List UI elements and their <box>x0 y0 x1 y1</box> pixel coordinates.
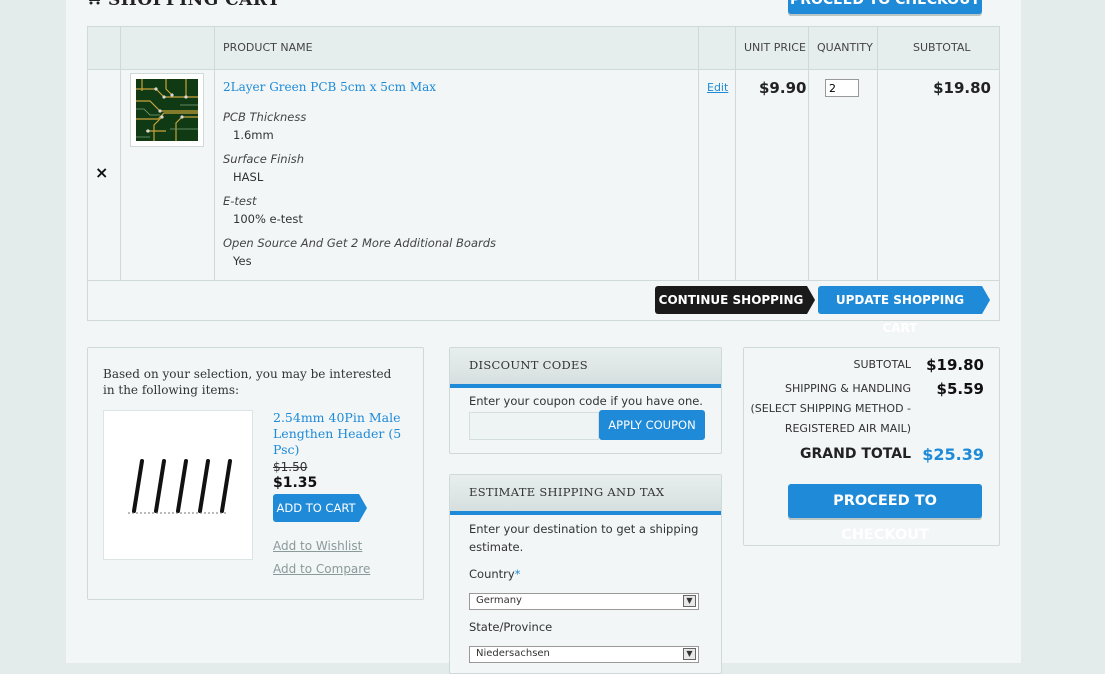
quantity-input[interactable] <box>825 79 859 97</box>
crosssell-intro: Based on your selection, you may be inte… <box>103 367 392 397</box>
update-shopping-cart-button[interactable]: UPDATE SHOPPING CART <box>818 286 982 335</box>
apply-coupon-button[interactable]: APPLY COUPON <box>599 410 705 440</box>
state-province-select[interactable]: Niedersachsen ▼ <box>469 646 699 663</box>
country-label-text: Country <box>469 567 515 581</box>
page-title: SHOPPING CART <box>84 0 280 10</box>
product-thumbnail[interactable] <box>130 73 204 147</box>
shipping-handling-label: SHIPPING & HANDLING (SELECT SHIPPING MET… <box>750 382 911 435</box>
add-to-cart-arrow <box>359 494 367 522</box>
estimate-shipping-title: ESTIMATE SHIPPING AND TAX <box>469 485 665 499</box>
update-cart-arrow <box>982 286 990 314</box>
discount-instructions: Enter your coupon code if you have one. <box>469 394 703 408</box>
option-label: Surface Finish <box>223 152 305 166</box>
subtotal-label: SUBTOTAL <box>853 358 911 371</box>
discount-codes-title: DISCOUNT CODES <box>469 358 588 372</box>
shipping-handling-value: $5.59 <box>936 380 984 398</box>
column-divider <box>698 27 699 280</box>
item-subtotal: $19.80 <box>933 79 991 97</box>
cart-table-header: PRODUCT NAME UNIT PRICE QUANTITY SUBTOTA… <box>88 27 999 70</box>
column-subtotal: SUBTOTAL <box>913 41 971 54</box>
option-label: PCB Thickness <box>223 110 307 124</box>
pcb-image <box>136 79 198 141</box>
chevron-down-icon: ▼ <box>683 595 696 607</box>
option-value: 1.6mm <box>233 128 274 142</box>
continue-shopping-button[interactable]: CONTINUE SHOPPING <box>655 286 807 314</box>
column-divider <box>808 27 809 280</box>
country-selected-value: Germany <box>476 595 522 606</box>
cart-table: PRODUCT NAME UNIT PRICE QUANTITY SUBTOTA… <box>87 26 1000 335</box>
column-divider <box>214 27 215 280</box>
shipping-instructions: Enter your destination to get a shipping… <box>469 522 699 554</box>
discount-codes-box: DISCOUNT CODES Enter your coupon code if… <box>449 347 722 454</box>
column-divider <box>877 27 878 280</box>
old-price: $1.50 <box>273 460 308 474</box>
add-to-cart-button[interactable]: ADD TO CART <box>273 494 359 522</box>
column-quantity: QUANTITY <box>817 41 873 54</box>
cart-totals-box: SUBTOTAL $19.80 SHIPPING & HANDLING (SEL… <box>743 347 1000 546</box>
state-selected-value: Niedersachsen <box>476 648 550 659</box>
grand-total-label: GRAND TOTAL <box>800 446 911 462</box>
unit-price: $9.90 <box>759 79 807 97</box>
crosssell-box: Based on your selection, you may be inte… <box>87 347 424 600</box>
column-divider <box>120 27 121 280</box>
option-value: HASL <box>233 170 264 184</box>
add-to-wishlist-link[interactable]: Add to Wishlist <box>273 539 362 553</box>
crosssell-product-name-link[interactable]: 2.54mm 40Pin Male Lengthen Header (5 Psc… <box>273 410 408 458</box>
product-name-link[interactable]: 2Layer Green PCB 5cm x 5cm Max <box>223 80 436 94</box>
estimate-shipping-header: ESTIMATE SHIPPING AND TAX <box>450 475 721 515</box>
add-to-compare-link[interactable]: Add to Compare <box>273 562 370 576</box>
option-value: Yes <box>233 254 252 268</box>
page-title-text: SHOPPING CART <box>108 0 281 10</box>
crosssell-product-image[interactable] <box>103 410 253 560</box>
country-label: Country* <box>469 567 520 581</box>
proceed-to-checkout-button[interactable]: PROCEED TO CHECKOUT <box>788 484 982 543</box>
continue-shopping-arrow <box>807 286 815 314</box>
estimate-shipping-box: ESTIMATE SHIPPING AND TAX Enter your des… <box>449 474 722 674</box>
remove-item-icon[interactable]: × <box>95 163 108 182</box>
column-unit-price: UNIT PRICE <box>744 41 806 54</box>
column-product-name: PRODUCT NAME <box>223 41 313 54</box>
chevron-down-icon: ▼ <box>683 648 696 660</box>
grand-total-value: $25.39 <box>922 445 984 464</box>
discount-codes-header: DISCOUNT CODES <box>450 348 721 388</box>
subtotal-value: $19.80 <box>926 356 984 374</box>
coupon-code-input[interactable] <box>469 412 599 440</box>
option-value: 100% e-test <box>233 212 303 226</box>
special-price: $1.35 <box>273 475 318 491</box>
column-divider <box>735 27 736 280</box>
cart-icon <box>84 0 102 10</box>
option-label: E-test <box>223 194 257 208</box>
edit-item-link[interactable]: Edit <box>707 81 728 94</box>
option-label: Open Source And Get 2 More Additional Bo… <box>223 236 497 250</box>
required-mark: * <box>514 567 521 581</box>
state-province-label: State/Province <box>469 620 553 634</box>
row-divider <box>88 280 999 281</box>
country-select[interactable]: Germany ▼ <box>469 593 699 610</box>
proceed-to-checkout-top-button[interactable]: PROCEED TO CHECKOUT <box>788 0 982 14</box>
pin-header-image <box>128 459 232 514</box>
